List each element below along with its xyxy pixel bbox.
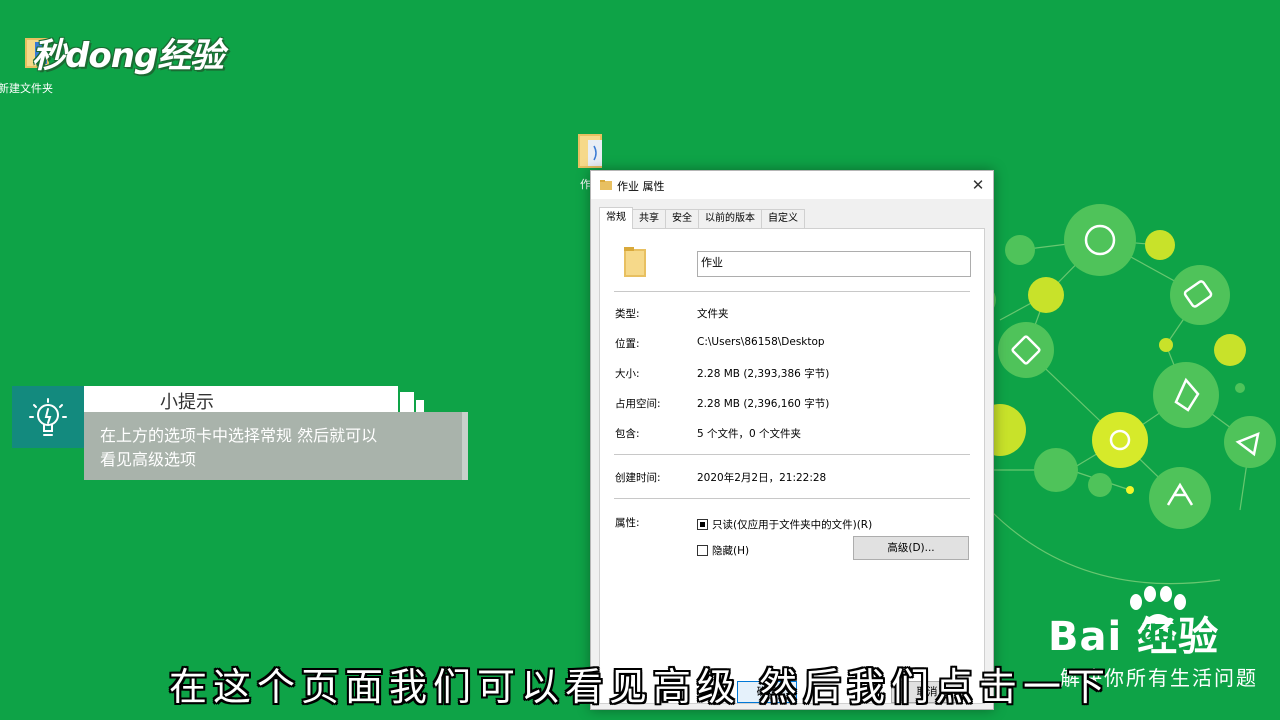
separator [614, 291, 970, 292]
properties-dialog: 作业 属性 ✕ 常规 共享 安全 以前的版本 自定义 作业 类型: 文件夹 位置… [590, 170, 994, 710]
tip-line-2: 看见高级选项 [100, 450, 197, 469]
tip-title-bar [84, 386, 424, 412]
tip-title: 小提示 [160, 392, 214, 413]
tab-customize[interactable]: 自定义 [761, 209, 805, 229]
created-value: 2020年2月2日，21:22:28 [697, 472, 827, 484]
readonly-checkbox[interactable] [697, 519, 708, 530]
decorative-network-graphic [964, 204, 1276, 585]
advanced-button[interactable]: 高级(D)... [853, 536, 969, 560]
hidden-checkbox[interactable] [697, 545, 708, 556]
attributes-label: 属性: [615, 517, 640, 529]
desktop-folder-icon[interactable] [576, 132, 606, 172]
lightbulb-icon [29, 398, 67, 436]
folder-icon [624, 247, 646, 277]
hidden-label: 隐藏(H) [712, 545, 750, 557]
separator [614, 498, 970, 499]
folder-icon [600, 180, 612, 190]
desktop-folder-label: 新建文件夹 [0, 82, 53, 95]
general-tab-panel: 作业 类型: 文件夹 位置: C:\Users\86158\Desktop 大小… [599, 228, 985, 704]
video-subtitle: 在这个页面我们可以看见高级 然后我们点击一下 [168, 665, 1112, 709]
close-button[interactable]: ✕ [963, 171, 993, 199]
readonly-checkbox-row[interactable]: 只读(仅应用于文件夹中的文件)(R) [697, 517, 872, 532]
baidu-logo-label: Bai 经验 [1048, 614, 1220, 660]
tip-line-1: 在上方的选项卡中选择常规 然后就可以 [100, 426, 378, 445]
baidu-du-label: du [1140, 620, 1175, 648]
location-value: C:\Users\86158\Desktop [697, 336, 825, 348]
tab-security[interactable]: 安全 [665, 209, 699, 229]
disk-size-label: 占用空间: [615, 398, 661, 410]
folder-name-input[interactable]: 作业 [697, 251, 971, 277]
tab-previous-versions[interactable]: 以前的版本 [698, 209, 762, 229]
location-label: 位置: [615, 338, 640, 350]
brand-watermark-logo: 秒dong经验 [32, 36, 224, 76]
disk-size-value: 2.28 MB (2,396,160 字节) [697, 398, 830, 410]
type-label: 类型: [615, 308, 640, 320]
dialog-titlebar[interactable]: 作业 属性 ✕ [591, 171, 993, 199]
baidu-logo-text: Bai 经验 [1048, 604, 1219, 662]
tab-general[interactable]: 常规 [599, 207, 633, 229]
tip-lightbulb-box [12, 386, 84, 448]
tip-body: 在上方的选项卡中选择常规 然后就可以 看见高级选项 [84, 412, 468, 480]
tab-sharing[interactable]: 共享 [632, 209, 666, 229]
created-label: 创建时间: [615, 472, 661, 484]
readonly-label: 只读(仅应用于文件夹中的文件)(R) [712, 519, 873, 531]
hidden-checkbox-row[interactable]: 隐藏(H) [697, 543, 749, 558]
contains-value: 5 个文件，0 个文件夹 [697, 428, 802, 440]
dialog-tabs: 常规 共享 安全 以前的版本 自定义 [599, 207, 805, 229]
contains-label: 包含: [615, 428, 640, 440]
type-value: 文件夹 [697, 308, 729, 320]
size-label: 大小: [615, 368, 640, 380]
separator [614, 454, 970, 455]
dialog-title: 作业 属性 [617, 180, 665, 193]
size-value: 2.28 MB (2,393,386 字节) [697, 368, 830, 380]
